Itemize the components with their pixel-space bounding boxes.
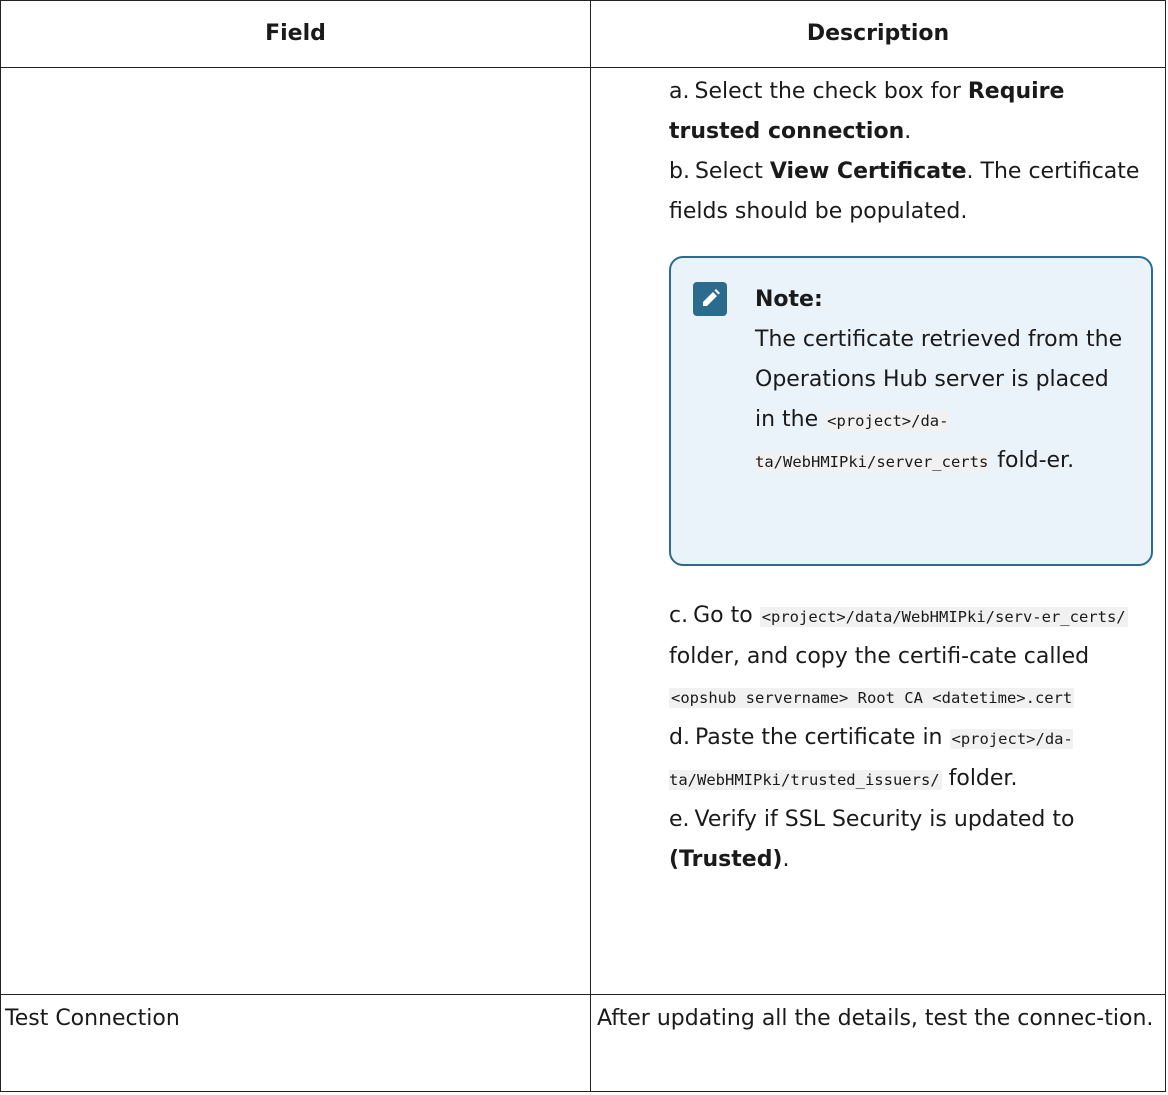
note-box: Note: The certificate retrieved from the…: [669, 256, 1153, 566]
step-b: b. Select View Certificate. The certifica…: [669, 159, 1140, 224]
header-description: Description: [590, 0, 1166, 68]
step-c: c. Go to <project>/data/WebHMIPki/serv-er…: [669, 603, 1128, 708]
field-test-connection: Test Connection: [0, 994, 591, 1092]
table-row: a. Select the check box for Require trust…: [0, 67, 1166, 995]
steps-list-continued: c. Go to <project>/data/WebHMIPki/serv-er…: [669, 596, 1159, 880]
description-test-connection: After updating all the details, test the…: [590, 994, 1166, 1092]
header-field: Field: [0, 0, 591, 68]
pencil-note-icon: [693, 282, 727, 316]
view-certificate-label: View Certificate: [769, 159, 967, 184]
table-row: Test Connection After updating all the d…: [0, 994, 1166, 1092]
root-ca-cert-filename: <opshub servername> Root CA <datetime>.c…: [669, 688, 1075, 708]
table-header-row: Field Description: [0, 0, 1166, 68]
field-cell: [0, 67, 591, 995]
field-description-table: Field Description a. Select the check box…: [0, 0, 1166, 1092]
step-a: a. Select the check box for Require trust…: [669, 79, 1065, 144]
note-title: Note:: [755, 287, 823, 312]
description-cell: a. Select the check box for Require trust…: [590, 67, 1166, 995]
step-d: d. Paste the certificate in <project>/da-…: [669, 725, 1073, 791]
note-text: The certificate retrieved from the Opera…: [755, 327, 1123, 473]
server-certs-folder-path: <project>/data/WebHMIPki/serv-er_certs/: [759, 607, 1128, 627]
trusted-status-label: (Trusted): [669, 847, 783, 872]
step-e: e. Verify if SSL Security is updated to (…: [669, 807, 1075, 872]
steps-list: a. Select the check box for Require trust…: [669, 72, 1159, 232]
